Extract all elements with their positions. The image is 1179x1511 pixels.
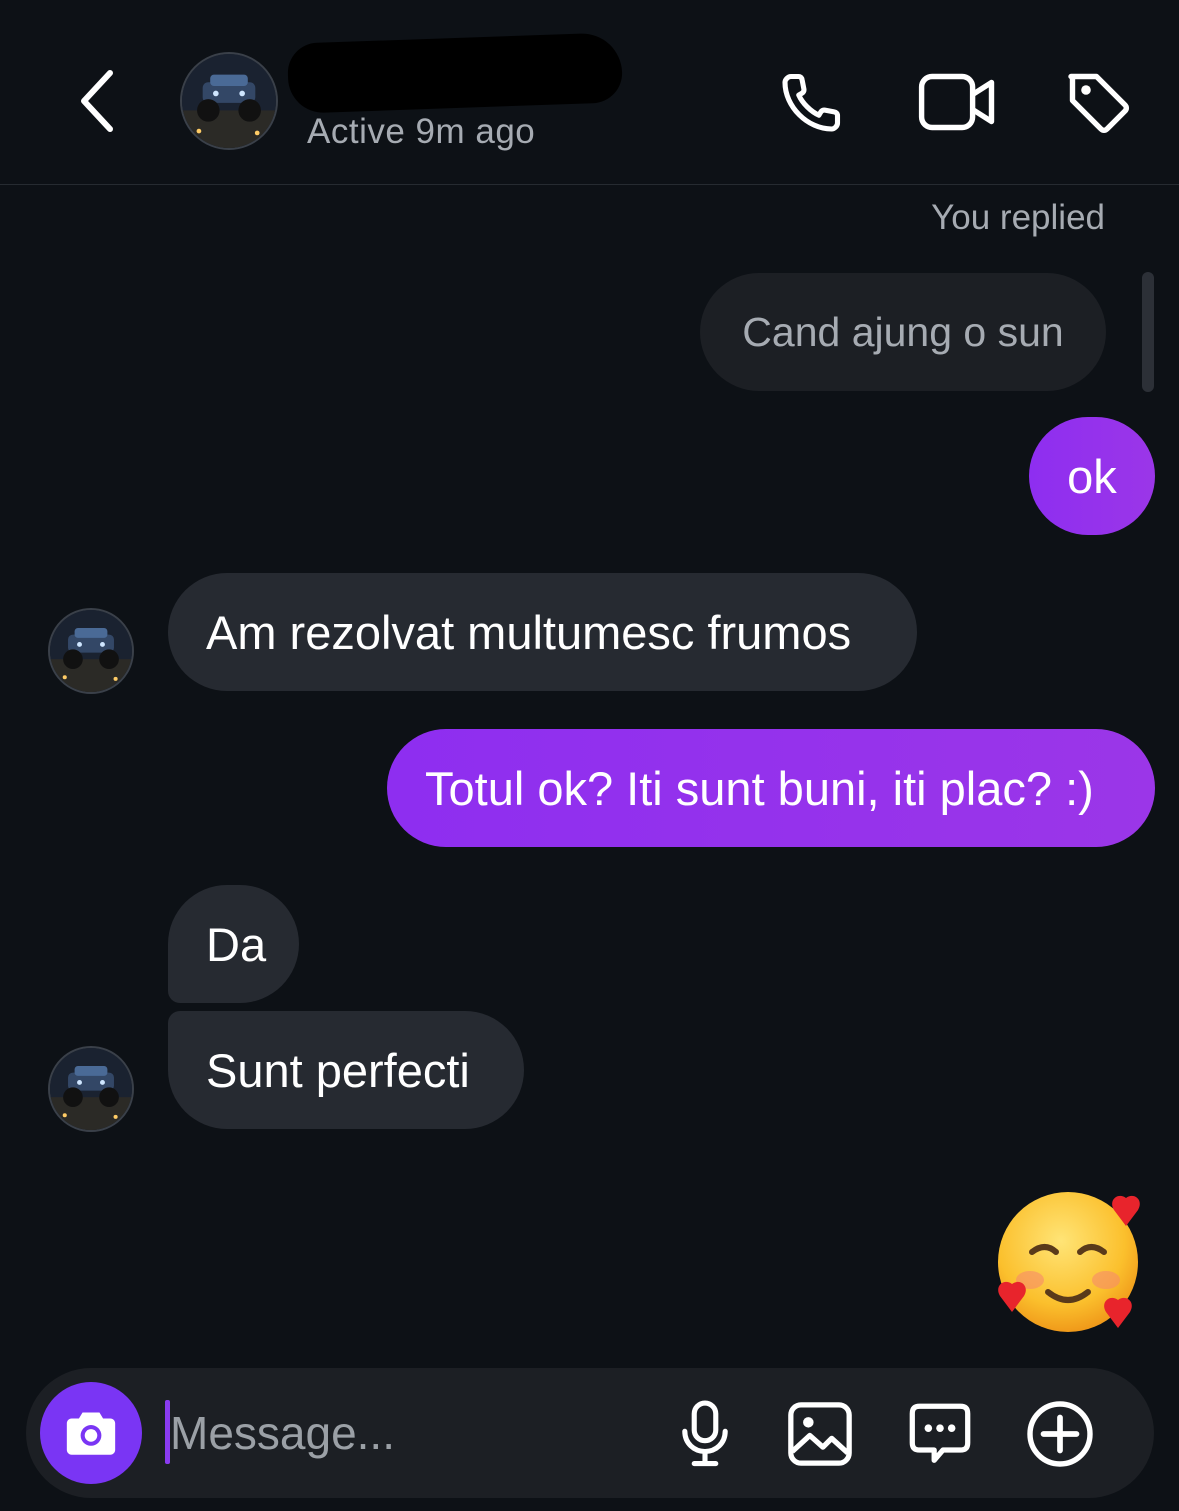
- video-call-icon: [918, 73, 995, 131]
- message-bubble-incoming[interactable]: Am rezolvat multumesc frumos: [168, 573, 917, 691]
- contact-avatar[interactable]: [180, 52, 278, 150]
- tag-icon: [1068, 73, 1130, 134]
- phone-icon: [782, 73, 841, 132]
- sticker-button[interactable]: [902, 1396, 978, 1472]
- message-bubble-incoming[interactable]: Da: [168, 885, 299, 1003]
- atv-photo: [50, 1048, 132, 1130]
- message-bubble-outgoing[interactable]: ok: [1029, 417, 1155, 535]
- gallery-button[interactable]: [782, 1396, 858, 1472]
- back-icon: [81, 70, 113, 132]
- gallery-icon: [788, 1402, 852, 1466]
- atv-photo: [182, 54, 276, 148]
- reply-context-label: You replied: [931, 198, 1105, 237]
- voice-message-button[interactable]: [672, 1396, 738, 1472]
- add-icon: [1027, 1401, 1093, 1467]
- more-options-button[interactable]: [1022, 1396, 1098, 1472]
- atv-photo: [50, 610, 132, 692]
- quote-indicator-bar: [1142, 272, 1154, 392]
- video-call-button[interactable]: [916, 64, 998, 140]
- chat-header: Active 9m ago: [0, 0, 1179, 185]
- contact-name-redacted[interactable]: [286, 32, 624, 114]
- back-button[interactable]: [68, 66, 124, 136]
- camera-icon: [66, 1412, 116, 1455]
- tag-button[interactable]: [1060, 64, 1136, 140]
- camera-button[interactable]: [40, 1382, 142, 1484]
- microphone-icon: [682, 1400, 728, 1467]
- message-bubble-outgoing[interactable]: Totul ok? Iti sunt buni, iti plac? :): [387, 729, 1155, 847]
- quoted-message[interactable]: Cand ajung o sun: [700, 273, 1106, 391]
- sticker-message-icon: [909, 1403, 971, 1463]
- message-input[interactable]: [170, 1395, 640, 1471]
- active-status: Active 9m ago: [307, 112, 536, 151]
- message-bubble-incoming[interactable]: Sunt perfecti: [168, 1011, 524, 1129]
- phone-call-button[interactable]: [774, 64, 850, 140]
- sender-avatar[interactable]: [48, 608, 134, 694]
- smiling-face-with-hearts-icon[interactable]: [990, 1188, 1150, 1338]
- sender-avatar[interactable]: [48, 1046, 134, 1132]
